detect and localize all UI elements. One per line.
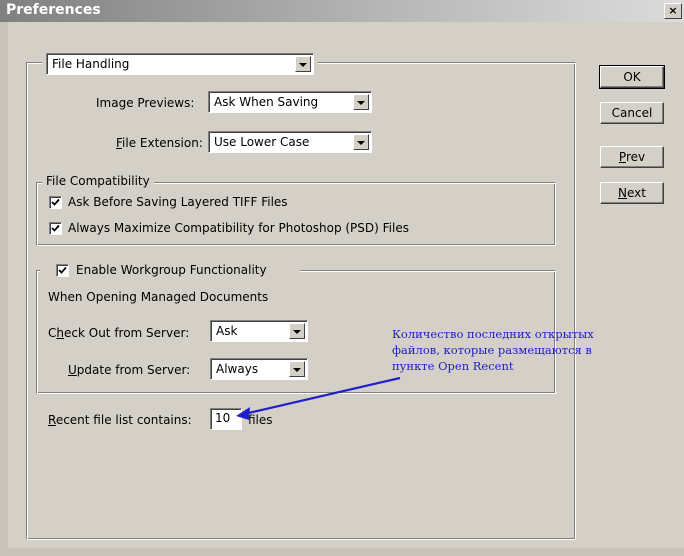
check-icon	[51, 198, 60, 206]
ask-tiff-checkbox[interactable]	[49, 196, 62, 209]
next-button[interactable]: Next	[600, 182, 664, 204]
window-frame-left	[0, 22, 8, 556]
annotation-line-3: пункте Open Recent	[392, 359, 514, 373]
workgroup-label: Enable Workgroup Functionality	[76, 263, 267, 277]
file-extension-select[interactable]: Use Lower Case	[208, 131, 372, 153]
image-previews-select[interactable]: Ask When Saving	[208, 91, 372, 113]
check-out-label: Check Out from Server:	[48, 326, 190, 340]
workgroup-checkbox[interactable]	[56, 264, 69, 277]
close-button[interactable]: ×	[664, 3, 682, 19]
chevron-down-icon[interactable]	[295, 56, 311, 72]
title-bar	[0, 0, 684, 22]
check-out-value: Ask	[216, 324, 238, 338]
file-extension-label: File Extension:	[116, 136, 203, 150]
recent-label: Recent file list contains:	[48, 413, 192, 427]
annotation-line-1: Количество последних открытых	[392, 327, 594, 341]
update-label: Update from Server:	[68, 363, 191, 377]
window-title: Preferences	[6, 2, 101, 18]
check-icon	[51, 224, 60, 232]
close-icon: ×	[668, 4, 678, 17]
chevron-down-icon[interactable]	[353, 134, 369, 150]
file-compatibility-group	[36, 182, 556, 246]
annotation-line-2: файлов, которые размещаются в	[392, 343, 592, 357]
cancel-button[interactable]: Cancel	[600, 102, 664, 124]
chevron-down-icon[interactable]	[289, 323, 305, 339]
check-icon	[58, 266, 67, 274]
prev-button[interactable]: Prev	[600, 146, 664, 168]
workgroup-subtitle: When Opening Managed Documents	[48, 290, 269, 304]
annotation-arrow	[236, 376, 401, 420]
image-previews-value: Ask When Saving	[214, 95, 319, 109]
image-previews-label: Image Previews:	[96, 96, 195, 110]
ok-button[interactable]: OK	[599, 65, 665, 89]
file-compatibility-title: File Compatibility	[42, 174, 154, 188]
section-select[interactable]: File Handling	[46, 53, 314, 75]
max-psd-label: Always Maximize Compatibility for Photos…	[68, 221, 409, 235]
max-psd-checkbox[interactable]	[49, 222, 62, 235]
chevron-down-icon[interactable]	[353, 94, 369, 110]
file-extension-value: Use Lower Case	[214, 135, 310, 149]
window-frame-bottom	[0, 548, 684, 556]
annotation-text: Количество последних открытых файлов, ко…	[392, 326, 594, 374]
check-out-select[interactable]: Ask	[210, 320, 308, 342]
section-select-value: File Handling	[52, 57, 130, 71]
ask-tiff-label: Ask Before Saving Layered TIFF Files	[68, 195, 288, 209]
